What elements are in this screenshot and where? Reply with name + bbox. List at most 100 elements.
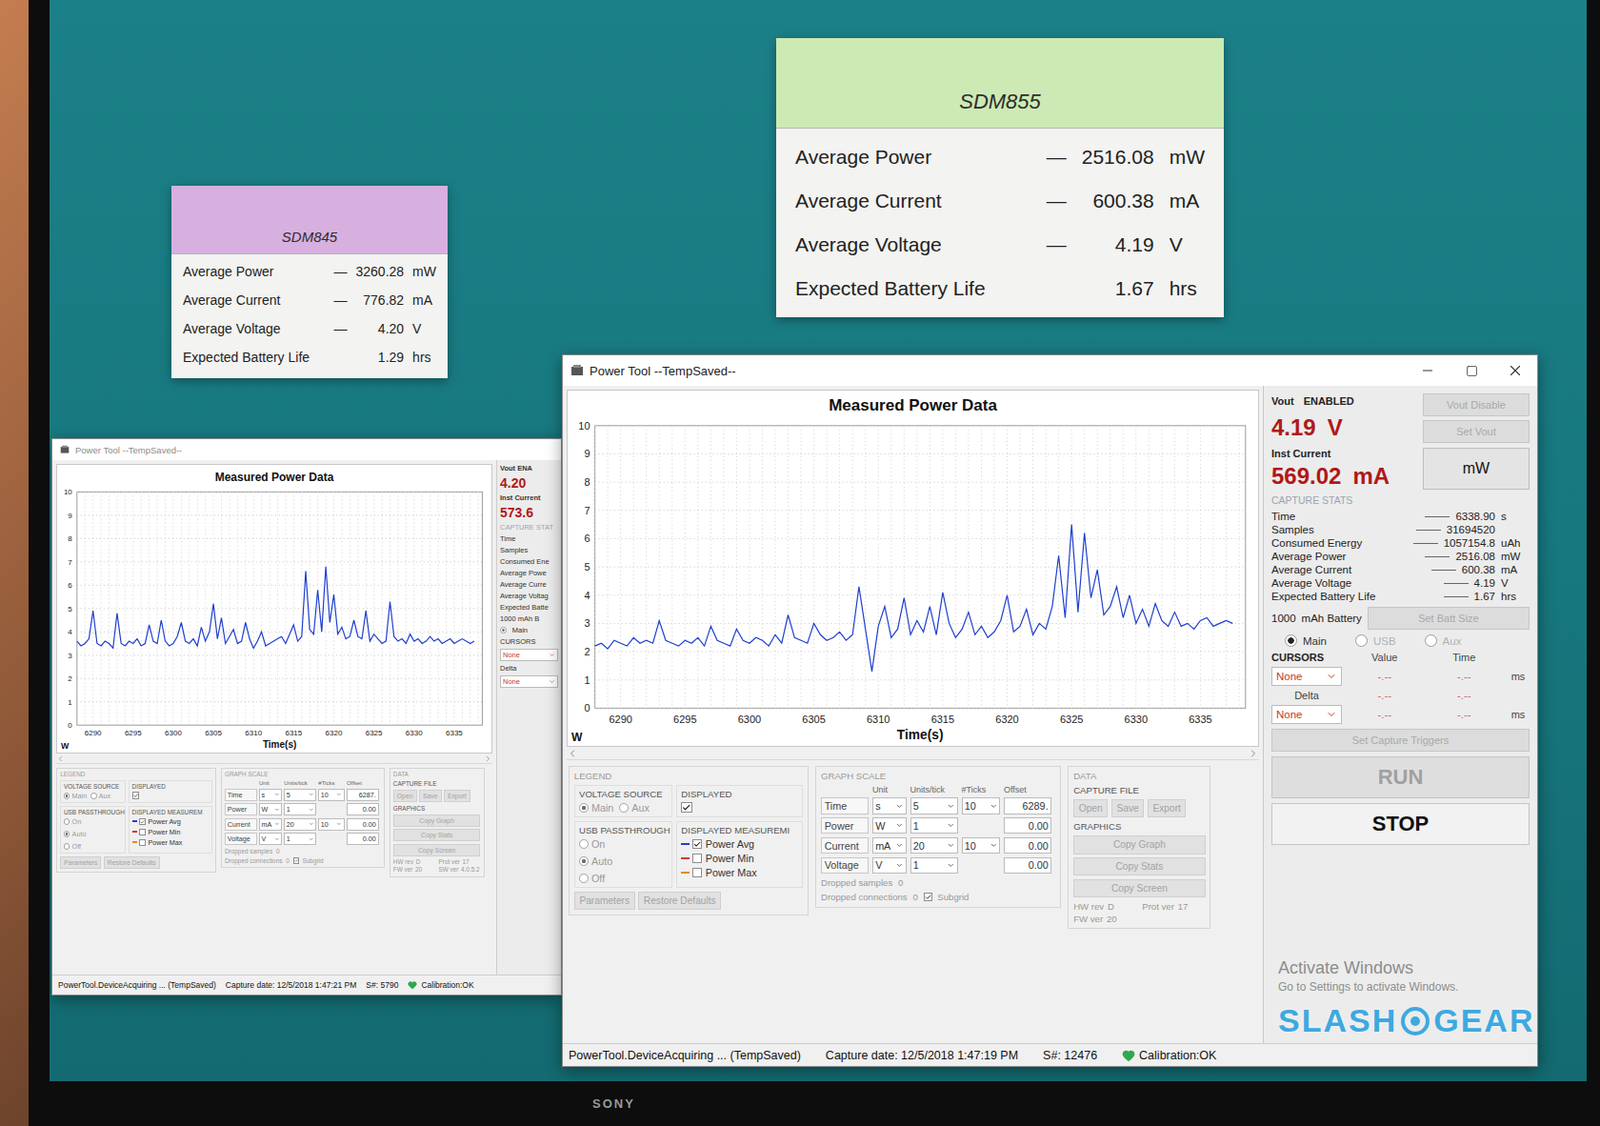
checkbox[interactable]: [293, 857, 300, 863]
dropdown[interactable]: s: [872, 797, 907, 814]
button[interactable]: Copy Stats: [1073, 857, 1205, 876]
button[interactable]: Save: [1111, 799, 1144, 818]
radio-button[interactable]: [63, 830, 70, 837]
button[interactable]: Open: [1073, 799, 1108, 818]
checkbox[interactable]: [692, 867, 702, 878]
dropdown[interactable]: W: [872, 817, 907, 834]
checkbox[interactable]: [692, 839, 702, 849]
radio-option[interactable]: Aux: [1424, 634, 1462, 647]
measurement-option[interactable]: Power Avg: [680, 838, 799, 850]
offset-input[interactable]: 0.00: [1003, 817, 1052, 834]
radio-button[interactable]: [1284, 634, 1298, 647]
button[interactable]: Copy Screen: [1073, 879, 1205, 898]
cursor-dropdown[interactable]: None: [500, 675, 559, 688]
dropdown[interactable]: 1: [283, 832, 317, 845]
dropdown[interactable]: V: [872, 857, 907, 874]
horizontal-scrollbar[interactable]: [566, 746, 1260, 760]
offset-input[interactable]: 0.00: [346, 818, 380, 831]
checkbox[interactable]: [139, 839, 146, 846]
dropdown[interactable]: 1: [910, 857, 959, 874]
radio-option[interactable]: Main: [500, 625, 559, 635]
radio-option[interactable]: Off: [579, 872, 668, 884]
offset-input[interactable]: 0.00: [346, 802, 380, 816]
measurement-option[interactable]: Power Min: [680, 852, 799, 864]
cursor-dropdown[interactable]: None: [1271, 666, 1342, 686]
button[interactable]: Set Batt Size: [1367, 606, 1530, 630]
dropdown[interactable]: 10: [318, 818, 344, 831]
dropdown[interactable]: 1: [910, 817, 959, 834]
radio-button[interactable]: [1355, 634, 1368, 647]
button[interactable]: Restore Defaults: [638, 891, 721, 910]
radio-button[interactable]: [579, 802, 589, 813]
radio-button[interactable]: [90, 792, 97, 799]
radio-button[interactable]: [619, 802, 629, 813]
radio-button[interactable]: [579, 873, 589, 883]
button[interactable]: Open: [393, 789, 418, 802]
checkbox[interactable]: [139, 818, 146, 825]
maximize-button[interactable]: [1449, 355, 1494, 386]
radio-button[interactable]: [579, 856, 589, 866]
measurement-option[interactable]: Power Max: [680, 866, 799, 879]
offset-input[interactable]: 0.00: [1003, 837, 1052, 854]
radio-button[interactable]: [579, 839, 589, 849]
horizontal-scrollbar[interactable]: [56, 753, 493, 764]
radio-option[interactable]: Auto: [63, 829, 122, 839]
unit-toggle-button[interactable]: mW: [1422, 447, 1530, 490]
dropdown[interactable]: 10: [961, 797, 1001, 814]
offset-input[interactable]: 0.00: [1003, 857, 1052, 874]
checkbox[interactable]: [139, 828, 146, 836]
measurement-option[interactable]: Power Min: [132, 827, 209, 837]
dropdown[interactable]: 10: [961, 837, 1001, 854]
measurement-option[interactable]: Power Avg: [132, 817, 209, 826]
radio-option[interactable]: Auto: [579, 855, 668, 867]
dropdown[interactable]: 20: [910, 837, 959, 854]
offset-input[interactable]: 0.00: [346, 832, 380, 845]
offset-input[interactable]: 6287.: [346, 788, 380, 801]
dropdown[interactable]: 5: [910, 797, 959, 814]
offset-input[interactable]: 6289.: [1003, 797, 1052, 814]
button[interactable]: Copy Stats: [393, 828, 481, 841]
close-button[interactable]: [1493, 355, 1538, 386]
button[interactable]: Copy Graph: [393, 814, 481, 827]
radio-option[interactable]: On: [579, 838, 668, 850]
cursor-dropdown[interactable]: None: [1271, 704, 1342, 724]
radio-button[interactable]: [63, 818, 70, 824]
button[interactable]: Export: [1147, 799, 1187, 818]
cursor-dropdown[interactable]: None: [500, 648, 559, 661]
dropdown[interactable]: 5: [283, 788, 317, 801]
dropdown[interactable]: mA: [872, 837, 907, 854]
checkbox[interactable]: [680, 801, 692, 813]
button[interactable]: Vout Disable: [1422, 393, 1530, 417]
button[interactable]: Save: [419, 789, 442, 802]
radio-option[interactable]: On: [63, 817, 122, 826]
button[interactable]: Set Capture Triggers: [1271, 728, 1530, 752]
radio-button[interactable]: [63, 842, 70, 849]
checkbox[interactable]: [692, 853, 702, 863]
dropdown[interactable]: s: [259, 788, 282, 801]
dropdown[interactable]: V: [259, 832, 282, 845]
button[interactable]: STOP: [1271, 802, 1530, 845]
measurement-option[interactable]: Power Max: [132, 838, 209, 847]
radio-button[interactable]: [63, 792, 70, 799]
radio-button[interactable]: [500, 626, 507, 634]
radio-option[interactable]: Aux: [619, 801, 650, 814]
button[interactable]: Export: [443, 789, 471, 802]
dropdown[interactable]: mA: [259, 818, 282, 831]
radio-option[interactable]: Main: [63, 791, 87, 800]
checkbox[interactable]: [923, 892, 933, 901]
dropdown[interactable]: 10: [318, 788, 344, 801]
minimize-button[interactable]: [1405, 355, 1450, 386]
radio-option[interactable]: Aux: [90, 791, 111, 800]
button[interactable]: Parameters: [60, 856, 101, 869]
button[interactable]: Restore Defaults: [103, 856, 160, 869]
button[interactable]: Copy Screen: [393, 843, 481, 857]
dropdown[interactable]: W: [259, 802, 282, 816]
button[interactable]: RUN: [1271, 756, 1530, 799]
radio-option[interactable]: Main: [1284, 634, 1327, 647]
button[interactable]: Copy Graph: [1073, 835, 1205, 854]
radio-button[interactable]: [1424, 634, 1438, 647]
radio-option[interactable]: Main: [579, 801, 614, 814]
radio-option[interactable]: Off: [63, 841, 122, 851]
dropdown[interactable]: 20: [283, 818, 317, 831]
button[interactable]: Set Vout: [1422, 420, 1530, 443]
